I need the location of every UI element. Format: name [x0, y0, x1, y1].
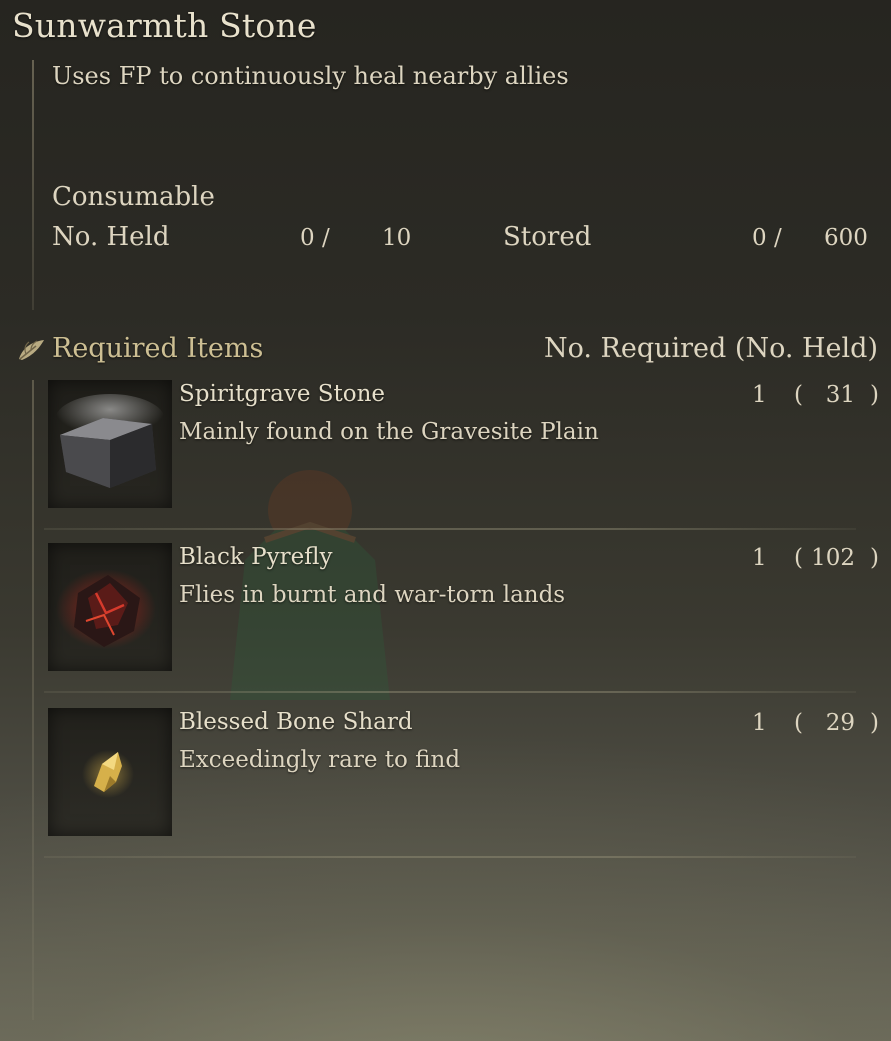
row-divider: [44, 691, 856, 693]
spiritgrave-stone-icon: [55, 394, 165, 488]
required-item-name: Black Pyrefly: [179, 544, 333, 570]
crafting-leaf-icon: [19, 340, 44, 360]
item-description: Uses FP to continuously heal nearby alli…: [52, 62, 569, 90]
item-thumbnail: [48, 380, 172, 508]
held-count: 29: [825, 710, 855, 736]
required-item-row[interactable]: Blessed Bone Shard Exceedingly rare to f…: [48, 708, 880, 838]
required-item-description: Flies in burnt and war-torn lands: [179, 582, 566, 608]
required-item-name: Blessed Bone Shard: [179, 709, 413, 735]
held-count: 31: [825, 382, 855, 408]
required-count: 1: [752, 545, 767, 571]
stored-label: Stored: [503, 222, 592, 252]
paren-close: ): [870, 710, 879, 736]
required-item-row[interactable]: Black Pyrefly Flies in burnt and war-tor…: [48, 543, 880, 673]
required-item-name: Spiritgrave Stone: [179, 381, 386, 407]
item-thumbnail: [48, 543, 172, 671]
required-count: 1: [752, 710, 767, 736]
required-column-label: No. Required (No. Held): [543, 333, 878, 364]
held-value: 0 /: [300, 225, 330, 251]
required-item-description: Exceedingly rare to find: [179, 747, 461, 773]
row-divider: [44, 856, 856, 858]
paren-close: ): [870, 382, 879, 408]
blessed-bone-shard-icon: [82, 750, 134, 798]
required-item-row[interactable]: Spiritgrave Stone Mainly found on the Gr…: [48, 380, 880, 510]
required-items-header: Required Items No. Required (No. Held): [16, 333, 880, 373]
item-thumbnail: [48, 708, 172, 836]
held-count: 102: [811, 545, 855, 571]
divider-vertical: [32, 60, 34, 310]
item-title: Sunwarmth Stone: [12, 6, 317, 45]
black-pyrefly-icon: [56, 569, 156, 649]
divider-vertical-lower: [32, 380, 34, 1020]
row-divider: [44, 528, 856, 530]
held-label: No. Held: [52, 222, 170, 252]
held-max: 10: [382, 225, 412, 251]
item-detail-panel: Sunwarmth Stone Uses FP to continuously …: [0, 0, 891, 1041]
held-stored-row: No. Held 0 / 10 Stored 0 / 600: [52, 222, 872, 262]
required-items-title: Required Items: [52, 333, 264, 364]
item-category: Consumable: [52, 182, 215, 212]
required-count: 1: [752, 382, 767, 408]
stored-value: 0 /: [752, 225, 782, 251]
paren-close: ): [870, 545, 879, 571]
required-item-description: Mainly found on the Gravesite Plain: [179, 419, 599, 445]
stored-max: 600: [824, 225, 868, 251]
